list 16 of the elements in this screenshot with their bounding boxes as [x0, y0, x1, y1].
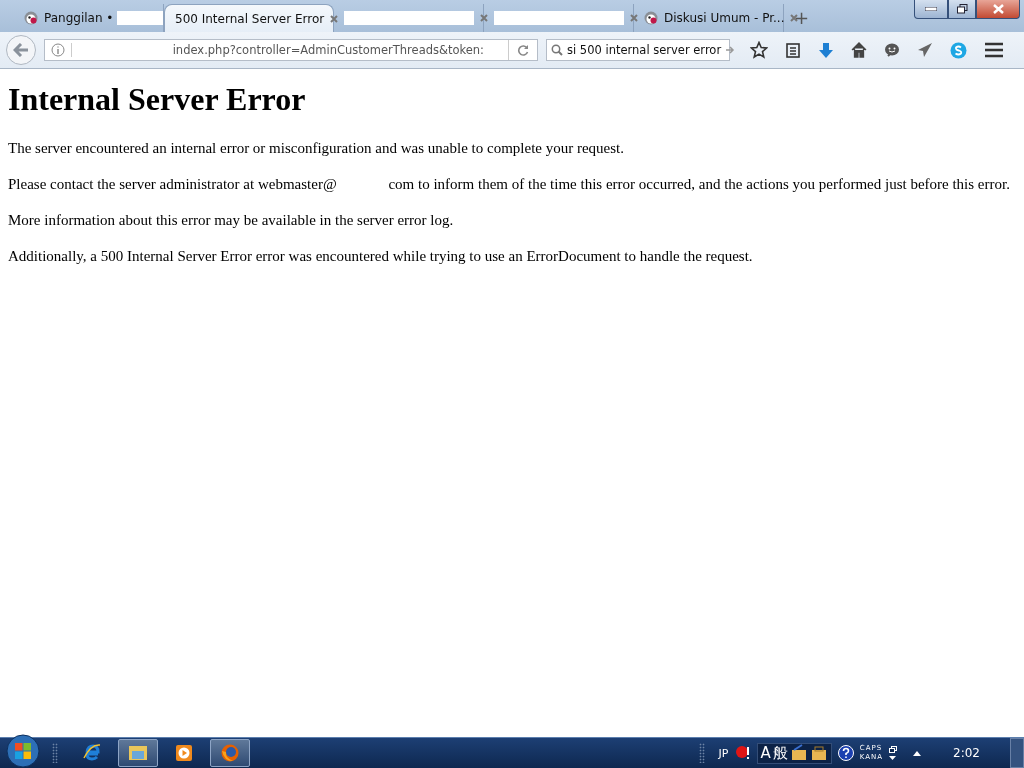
language-indicator[interactable]: JP [718, 746, 729, 760]
error-paragraph: Additionally, a 500 Internal Server Error error was encountered while trying to use an ErrorDocument to handle the request. [8, 247, 754, 265]
tab-title: Panggilan • [44, 11, 114, 25]
tab-title: Diskusi Umum - Pr... [664, 11, 785, 25]
ime-mode[interactable]: A [760, 744, 771, 762]
page-heading: Internal Server Error [8, 81, 307, 118]
error-paragraph: Please contact the server administrator at webmaster@ com to inform them of the time this error occurred, and the actions you performed just before this error. [8, 175, 1011, 193]
error-paragraph: More information about this error may be available in the server error log. [8, 211, 455, 229]
new-tab-button[interactable]: + [784, 7, 820, 32]
url-text: index.php?controller=AdminCustomerThreads&token: [71, 43, 502, 57]
error-paragraph: The server encountered an internal error or misconfiguration and was unable to complete your request. [8, 139, 626, 157]
ime-mode[interactable]: 般 [772, 743, 788, 763]
search-text: si 500 internal server error [567, 43, 722, 57]
address-bar[interactable]: index.php?controller=AdminCustomerThreads&token: [44, 39, 538, 61]
tab-title: 500 Internal Server Error [175, 11, 325, 26]
clock[interactable]: 2:02 [953, 746, 980, 760]
